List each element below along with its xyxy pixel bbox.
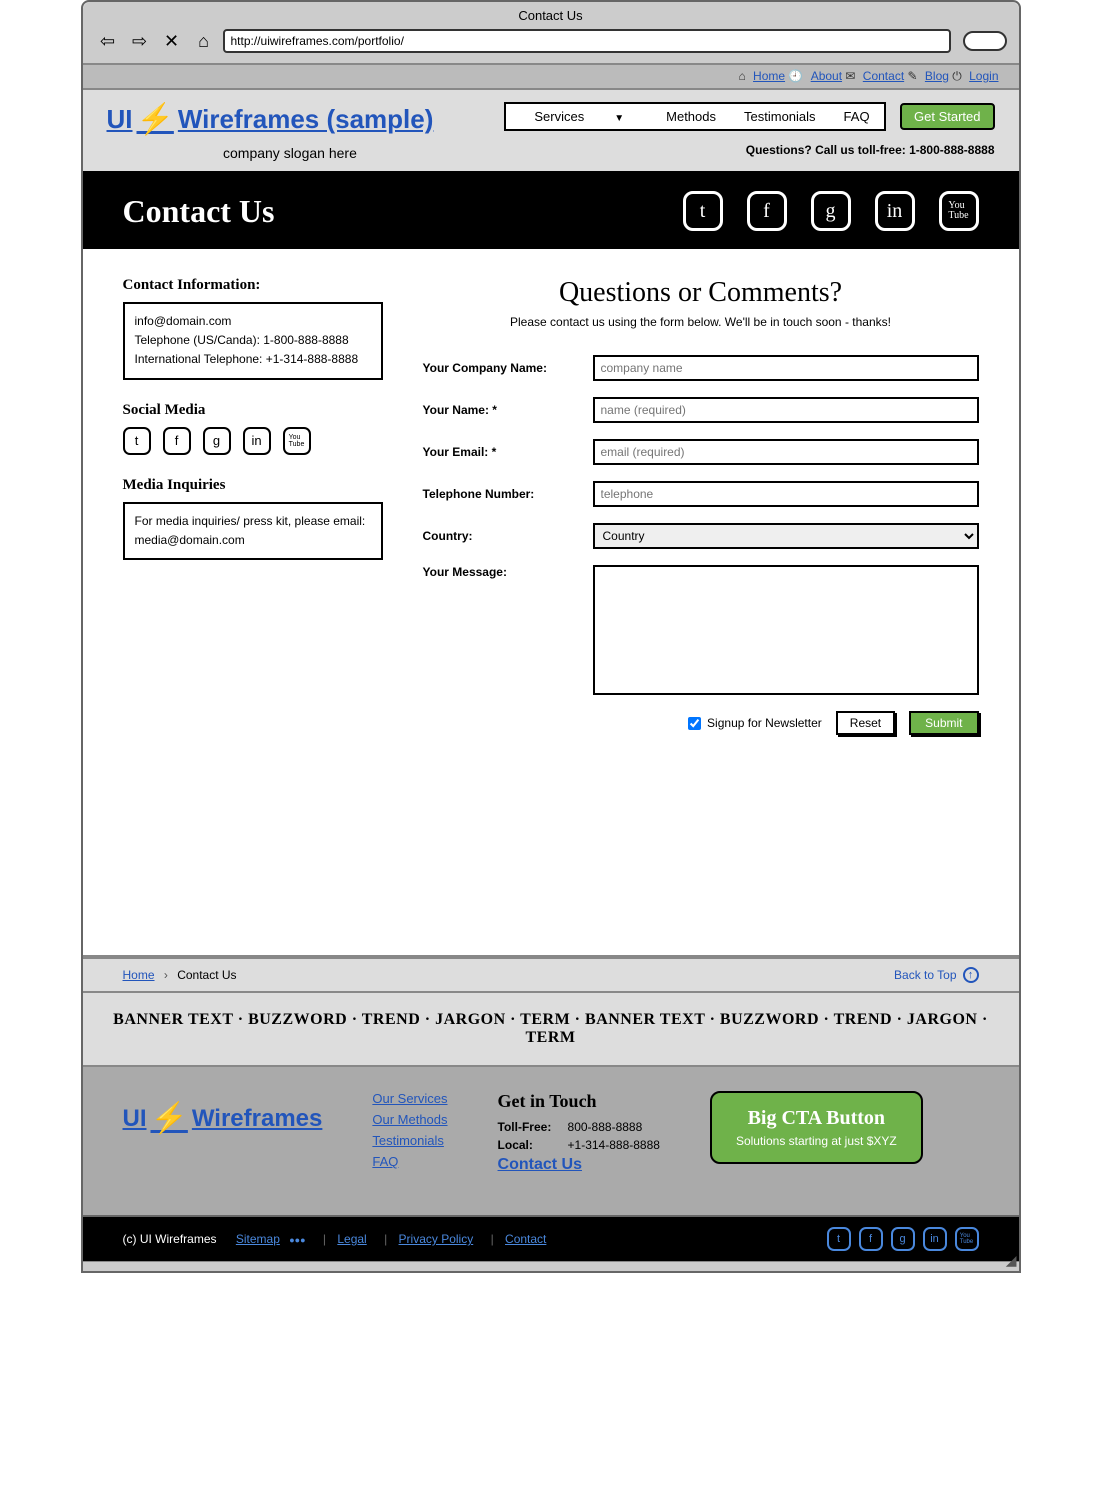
country-select[interactable]: Country [593, 523, 979, 549]
topnav-about[interactable]: About [811, 69, 842, 83]
linkedin-icon[interactable]: in [243, 427, 271, 455]
nav-testimonials[interactable]: Testimonials [730, 104, 830, 129]
youtube-icon[interactable]: YouTube [939, 191, 979, 231]
name-label: Your Name: * [423, 403, 593, 417]
arrow-up-icon: ↑ [963, 967, 979, 983]
home-icon: ⌂ [738, 69, 745, 83]
twitter-icon[interactable]: t [683, 191, 723, 231]
footer-link-methods[interactable]: Our Methods [372, 1112, 447, 1127]
submit-button[interactable]: Submit [909, 711, 978, 735]
contact-info-heading: Contact Information: [123, 277, 383, 294]
twitter-icon[interactable]: t [827, 1227, 851, 1251]
social-media-heading: Social Media [123, 402, 383, 419]
copyright: (c) UI Wireframes [123, 1232, 217, 1246]
slogan: company slogan here [147, 145, 434, 161]
search-pill[interactable] [963, 31, 1007, 51]
message-textarea[interactable] [593, 565, 979, 695]
big-cta-button[interactable]: Big CTA Button Solutions starting at jus… [710, 1091, 923, 1164]
form-subtitle: Please contact us using the form below. … [423, 315, 979, 329]
window-title: Contact Us [91, 6, 1011, 29]
topnav-contact[interactable]: Contact [863, 69, 904, 83]
email-label: Your Email: * [423, 445, 593, 459]
back-to-top[interactable]: Back to Top ↑ [894, 967, 978, 983]
back-button[interactable]: ⇦ [95, 30, 121, 52]
google-icon[interactable]: g [203, 427, 231, 455]
nav-faq[interactable]: FAQ [830, 104, 884, 129]
company-label: Your Company Name: [423, 361, 593, 375]
twitter-icon[interactable]: t [123, 427, 151, 455]
get-in-touch-heading: Get in Touch [498, 1091, 660, 1112]
main-nav: Services▼ Methods Testimonials FAQ [504, 102, 885, 131]
pencil-icon: ✎ [908, 69, 918, 83]
footer-logo[interactable]: UI ⚡ Wireframes [123, 1101, 323, 1136]
forward-button[interactable]: ⇨ [127, 30, 153, 52]
url-bar[interactable] [223, 29, 951, 53]
page-title: Contact Us [123, 193, 275, 230]
form-title: Questions or Comments? [423, 277, 979, 309]
power-icon: ⏻ [952, 69, 962, 83]
company-input[interactable] [593, 355, 979, 381]
dots-icon: ●●● [289, 1235, 305, 1245]
footer-link-faq[interactable]: FAQ [372, 1154, 447, 1169]
topnav-home[interactable]: Home [753, 69, 785, 83]
bolt-icon: ⚡ [151, 1101, 188, 1136]
resize-grip-icon[interactable]: ◢ [1006, 1252, 1017, 1269]
chevron-down-icon: ▼ [600, 108, 638, 129]
get-started-button[interactable]: Get Started [900, 103, 994, 130]
facebook-icon[interactable]: f [163, 427, 191, 455]
chevron-right-icon: › [164, 968, 168, 982]
buzzword-banner: BANNER TEXT · BUZZWORD · TREND · JARGON … [83, 993, 1019, 1067]
footer-contact-link[interactable]: Contact Us [498, 1156, 582, 1173]
nav-services[interactable]: Services▼ [506, 104, 652, 129]
reset-button[interactable]: Reset [836, 711, 895, 735]
newsletter-checkbox[interactable]: Signup for Newsletter [688, 716, 822, 730]
footbar-legal[interactable]: Legal [337, 1232, 366, 1246]
clock-icon: 🕘 [788, 69, 803, 83]
message-label: Your Message: [423, 565, 593, 579]
youtube-icon[interactable]: YouTube [283, 427, 311, 455]
media-inquiries-heading: Media Inquiries [123, 477, 383, 494]
home-button[interactable]: ⌂ [191, 30, 217, 52]
facebook-icon[interactable]: f [859, 1227, 883, 1251]
telephone-label: Telephone Number: [423, 487, 593, 501]
footbar-privacy[interactable]: Privacy Policy [399, 1232, 474, 1246]
footbar-sitemap[interactable]: Sitemap [236, 1232, 280, 1246]
media-inquiries-box: For media inquiries/ press kit, please e… [123, 502, 383, 560]
nav-methods[interactable]: Methods [652, 104, 730, 129]
email-input[interactable] [593, 439, 979, 465]
stop-button[interactable]: ✕ [159, 30, 185, 52]
name-input[interactable] [593, 397, 979, 423]
google-icon[interactable]: g [811, 191, 851, 231]
linkedin-icon[interactable]: in [923, 1227, 947, 1251]
country-label: Country: [423, 529, 593, 543]
breadcrumb-home[interactable]: Home [123, 968, 155, 982]
footbar-contact[interactable]: Contact [505, 1232, 546, 1246]
breadcrumb: Home › Contact Us [123, 968, 237, 982]
bolt-icon: ⚡ [137, 102, 174, 137]
footer-link-testimonials[interactable]: Testimonials [372, 1133, 447, 1148]
topnav-login[interactable]: Login [969, 69, 998, 83]
tollfree-text: Questions? Call us toll-free: 1-800-888-… [504, 143, 994, 157]
youtube-icon[interactable]: YouTube [955, 1227, 979, 1251]
topnav-blog[interactable]: Blog [925, 69, 949, 83]
linkedin-icon[interactable]: in [875, 191, 915, 231]
breadcrumb-current: Contact Us [177, 968, 236, 982]
telephone-input[interactable] [593, 481, 979, 507]
facebook-icon[interactable]: f [747, 191, 787, 231]
footer-link-services[interactable]: Our Services [372, 1091, 447, 1106]
contact-info-box: info@domain.com Telephone (US/Canda): 1-… [123, 302, 383, 380]
mail-icon: ✉ [845, 69, 855, 83]
google-icon[interactable]: g [891, 1227, 915, 1251]
site-logo[interactable]: UI ⚡ Wireframes (sample) [107, 102, 434, 137]
